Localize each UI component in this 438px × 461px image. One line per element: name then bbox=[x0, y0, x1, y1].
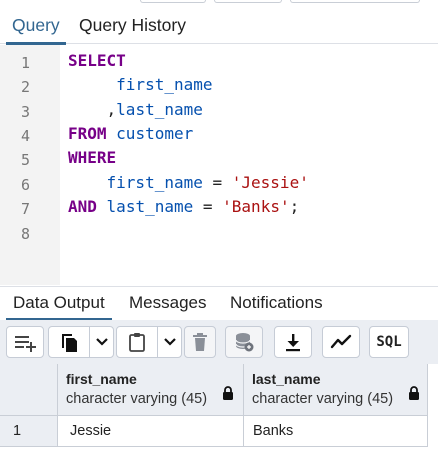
line-number: 3 bbox=[20, 103, 30, 121]
sql-identifier: first_name bbox=[68, 75, 213, 94]
sql-button[interactable]: SQL bbox=[369, 326, 409, 358]
sql-operator: , bbox=[68, 100, 117, 119]
top-toolbar-button[interactable] bbox=[214, 0, 282, 3]
code-line[interactable]: FROM customer bbox=[68, 124, 193, 143]
results-grid: first_name character varying (45) last_n… bbox=[0, 364, 438, 461]
column-header-first-name[interactable]: first_name character varying (45) bbox=[58, 364, 244, 416]
sql-operator bbox=[97, 197, 107, 216]
paste-icon bbox=[129, 333, 145, 352]
code-line[interactable]: first_name bbox=[68, 75, 213, 94]
line-number: 1 bbox=[20, 54, 30, 72]
lock-icon bbox=[223, 386, 233, 400]
sql-operator: = bbox=[193, 197, 223, 216]
chevron-down-icon bbox=[164, 338, 176, 346]
save-data-button[interactable] bbox=[225, 326, 263, 358]
line-chart-icon bbox=[330, 334, 352, 349]
copy-icon bbox=[62, 334, 77, 352]
download-icon bbox=[286, 334, 300, 352]
tab-data-output[interactable]: Data Output bbox=[6, 287, 112, 321]
copy-options-dropdown[interactable] bbox=[90, 327, 114, 357]
sql-operator: = bbox=[202, 173, 232, 192]
sql-operator bbox=[107, 124, 117, 143]
paste-options-dropdown[interactable] bbox=[158, 327, 182, 357]
tab-query[interactable]: Query bbox=[6, 8, 66, 45]
line-number: 5 bbox=[20, 151, 30, 169]
column-type: character varying (45) bbox=[66, 391, 208, 407]
sql-keyword: WHERE bbox=[68, 148, 117, 167]
tab-query-history[interactable]: Query History bbox=[79, 8, 186, 44]
data-output-toolbar: SQL bbox=[0, 320, 438, 364]
sql-identifier: last_name bbox=[106, 197, 194, 216]
column-header-last-name[interactable]: last_name character varying (45) bbox=[244, 364, 428, 416]
code-line[interactable]: AND last_name = 'Banks'; bbox=[68, 197, 299, 216]
top-toolbar-button[interactable] bbox=[140, 0, 206, 3]
line-number: 8 bbox=[20, 225, 30, 243]
paste-button[interactable] bbox=[117, 327, 157, 357]
column-type: character varying (45) bbox=[252, 391, 394, 407]
code-line[interactable]: SELECT bbox=[68, 51, 126, 70]
sql-string: 'Banks' bbox=[222, 197, 290, 216]
copy-button[interactable] bbox=[49, 327, 89, 357]
line-number-gutter: 1 2 3 4 5 6 7 8 bbox=[0, 45, 60, 285]
row-number-header[interactable] bbox=[0, 364, 58, 416]
sql-keyword: SELECT bbox=[68, 51, 126, 70]
tab-notifications[interactable]: Notifications bbox=[230, 287, 323, 321]
trash-icon bbox=[193, 333, 207, 351]
graph-button[interactable] bbox=[322, 326, 360, 358]
add-row-button[interactable] bbox=[6, 326, 44, 358]
sql-operator: ; bbox=[289, 197, 300, 216]
sql-string: 'Jessie' bbox=[231, 173, 309, 192]
table-cell[interactable]: Jessie bbox=[58, 416, 244, 447]
sql-identifier: customer bbox=[116, 124, 194, 143]
output-tabs: Data Output Messages Notifications bbox=[0, 286, 438, 321]
row-number[interactable]: 1 bbox=[0, 416, 58, 447]
sql-keyword: FROM bbox=[68, 124, 107, 143]
line-number: 4 bbox=[20, 127, 30, 145]
paste-button-group bbox=[116, 326, 182, 358]
copy-button-group bbox=[48, 326, 114, 358]
code-line[interactable]: WHERE bbox=[68, 148, 116, 167]
column-name: first_name bbox=[66, 371, 137, 387]
table-cell[interactable]: Banks bbox=[244, 416, 428, 447]
download-button[interactable] bbox=[274, 326, 312, 358]
editor-tabs: Query Query History bbox=[0, 8, 438, 45]
tab-messages[interactable]: Messages bbox=[129, 287, 206, 321]
chevron-down-icon bbox=[96, 338, 108, 346]
code-line[interactable]: first_name = 'Jessie' bbox=[68, 173, 309, 192]
line-number: 6 bbox=[20, 176, 30, 194]
sql-identifier: last_name bbox=[116, 100, 203, 119]
line-number: 2 bbox=[20, 78, 30, 96]
lock-icon bbox=[409, 386, 419, 400]
sql-keyword: AND bbox=[68, 197, 97, 216]
code-line[interactable]: ,last_name bbox=[68, 100, 203, 119]
delete-button[interactable] bbox=[184, 326, 216, 358]
column-name: last_name bbox=[252, 371, 321, 387]
line-number: 7 bbox=[20, 200, 30, 218]
sql-icon: SQL bbox=[376, 334, 402, 350]
add-row-icon bbox=[15, 336, 36, 352]
sql-identifier: first_name bbox=[68, 173, 203, 192]
top-toolbar-button[interactable] bbox=[290, 0, 420, 3]
sql-editor[interactable]: 1 2 3 4 5 6 7 8 SELECT first_name ,last_… bbox=[0, 45, 438, 285]
top-strip bbox=[0, 0, 438, 4]
database-save-icon bbox=[235, 333, 254, 352]
